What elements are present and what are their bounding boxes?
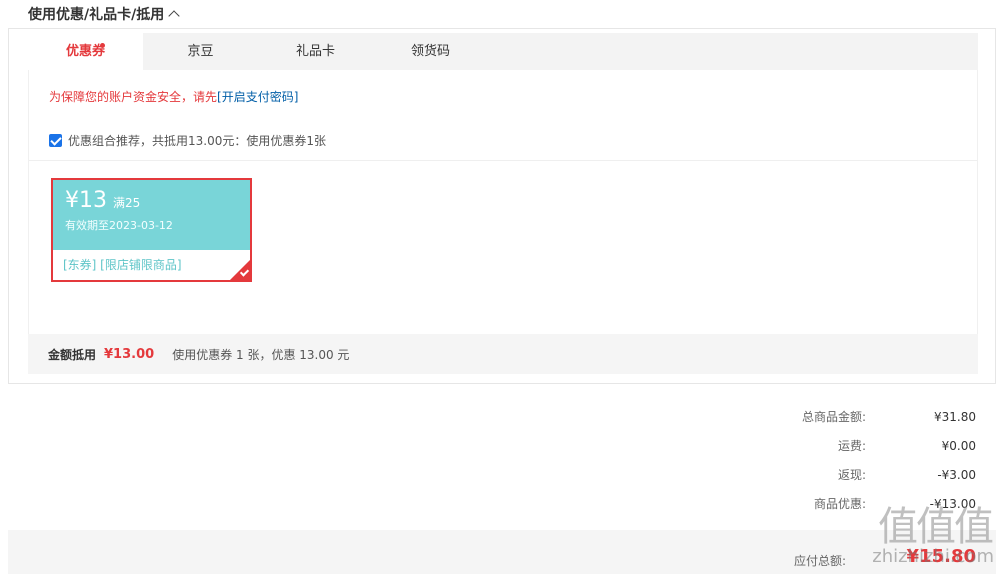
deduct-desc: 使用优惠券 1 张，优惠 13.00 元	[172, 347, 350, 362]
price-summary: 总商品金额: ¥31.80 运费: ¥0.00 返现: -¥3.00 商品优惠:…	[736, 406, 976, 522]
combo-checkbox[interactable]	[49, 134, 62, 147]
coupon-face: ¥13 满25 有效期至2023-03-12	[53, 180, 250, 250]
tab-gift-card[interactable]: 礼品卡	[258, 33, 373, 70]
total-bar: 应付总额: ¥15.80	[8, 530, 996, 574]
combo-label: 优惠组合推荐，共抵用13.00元：使用优惠券1张	[68, 134, 326, 148]
notification-dot-icon	[100, 43, 105, 48]
coupon-valid-date: 有效期至2023-03-12	[65, 219, 173, 232]
coupon-card[interactable]: ¥13 满25 有效期至2023-03-12 [东券] [限店铺限商品]	[51, 178, 252, 282]
tab-jingdou[interactable]: 京豆	[143, 33, 258, 70]
summary-row: 总商品金额: ¥31.80	[801, 410, 976, 424]
deduct-summary-bar: 金额抵用 ¥13.00 使用优惠券 1 张，优惠 13.00 元	[28, 334, 978, 374]
deduct-amount: ¥13.00	[104, 346, 155, 362]
coupon-tabs: 优惠券 京豆 礼品卡 领货码	[28, 33, 978, 70]
total-amount: ¥15.80	[906, 546, 976, 567]
coupon-condition: 满25	[113, 196, 141, 210]
summary-row: 运费: ¥0.00	[837, 439, 976, 453]
security-warning: 为保障您的账户资金安全，请先[开启支付密码]	[49, 90, 299, 104]
tab-coupon[interactable]: 优惠券	[28, 33, 143, 70]
divider	[29, 160, 977, 161]
deduct-label: 金额抵用	[48, 347, 97, 362]
chevron-up-icon	[168, 10, 180, 22]
tab-pickup-code[interactable]: 领货码	[373, 33, 488, 70]
combo-recommend: 优惠组合推荐，共抵用13.00元：使用优惠券1张	[49, 132, 326, 149]
coupon-tags: [东券] [限店铺限商品]	[63, 258, 182, 272]
enable-pay-password-link[interactable]: [开启支付密码]	[217, 90, 298, 104]
summary-row: 返现: -¥3.00	[837, 468, 976, 482]
coupon-amount: ¥13	[65, 188, 107, 213]
total-label: 应付总额:	[793, 554, 846, 568]
summary-row: 商品优惠: -¥13.00	[813, 497, 976, 511]
coupon-section-toggle[interactable]: 使用优惠/礼品卡/抵用	[28, 4, 180, 24]
section-title: 使用优惠/礼品卡/抵用	[28, 7, 165, 23]
coupon-content: 为保障您的账户资金安全，请先[开启支付密码] 优惠组合推荐，共抵用13.00元：…	[28, 70, 978, 374]
